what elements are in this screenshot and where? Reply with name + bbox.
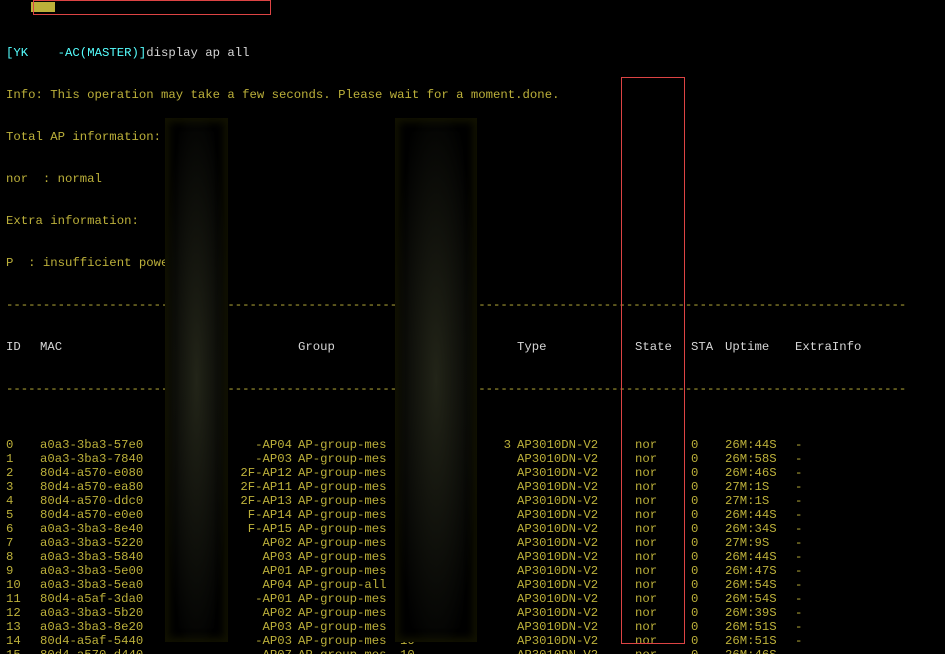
hdr-type: Type xyxy=(517,340,635,354)
prompt-line: [YK -AC(MASTER)]display ap all xyxy=(6,46,939,60)
info-line: Info: This operation may take a few seco… xyxy=(6,88,939,102)
hdr-group: Group xyxy=(298,340,400,354)
hdr-id: ID xyxy=(6,340,40,354)
redacted-logo xyxy=(31,2,55,12)
hdr-extra: ExtraInfo xyxy=(795,340,835,354)
redacted-name-column xyxy=(165,118,228,642)
highlight-command xyxy=(33,0,271,15)
hdr-uptime: Uptime xyxy=(725,340,795,354)
hdr-sta: STA xyxy=(691,340,725,354)
table-row: 1580d4-a570-d440-AP07AP-group-mes10AP301… xyxy=(6,648,835,654)
redacted-ip-column xyxy=(395,118,477,642)
terminal-output[interactable]: [YK -AC(MASTER)]display ap all Info: Thi… xyxy=(0,0,945,654)
hdr-state: State xyxy=(635,340,691,354)
hdr-mac: MAC xyxy=(40,340,168,354)
